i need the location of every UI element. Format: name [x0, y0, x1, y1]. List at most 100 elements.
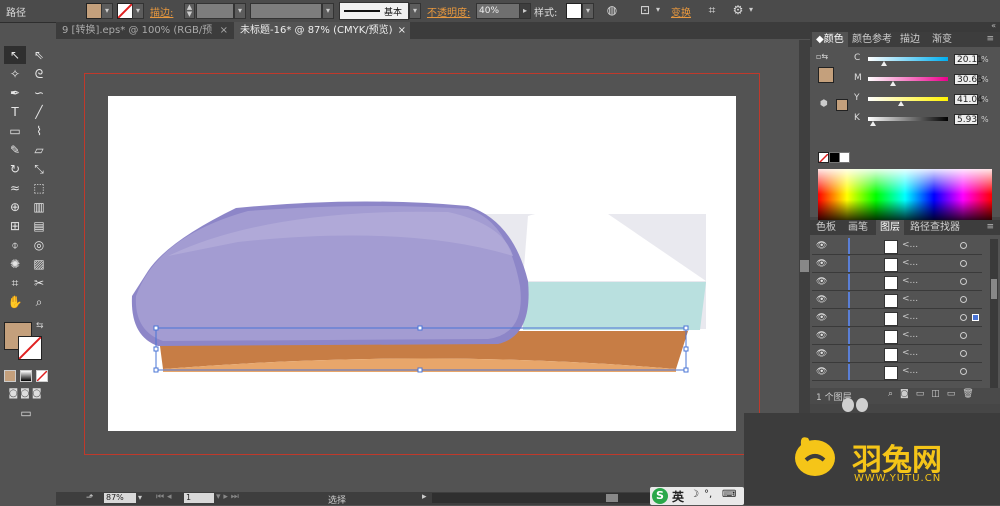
style-dropdown[interactable]: ▾ [582, 3, 594, 19]
draw-mode-icons[interactable]: ◙◙◙ [4, 388, 48, 399]
gradient-tool-icon[interactable]: ▤ [28, 217, 50, 235]
slider-thumb[interactable] [897, 101, 904, 106]
eye-icon[interactable]: 👁 [816, 313, 827, 323]
eye-icon[interactable]: 👁 [816, 241, 827, 251]
stroke-weight-dropdown[interactable]: ▾ [234, 3, 246, 19]
layers-scrollbar[interactable] [990, 239, 998, 389]
sogou-icon[interactable]: S [652, 488, 668, 504]
layer-row[interactable]: 👁 <... [812, 364, 982, 381]
isolate-icon[interactable]: ⊡ [637, 3, 653, 17]
target-icon[interactable] [960, 350, 967, 357]
artboard-nav-icon[interactable]: ⬏ [86, 493, 94, 503]
graphic-style-swatch[interactable] [566, 3, 582, 19]
selection-handle[interactable] [683, 346, 689, 352]
layer-row[interactable]: 👁 <... [812, 292, 982, 309]
tab-pathfinder[interactable]: 路径查找器 [906, 220, 964, 235]
isolate-dropdown[interactable]: ▾ [653, 3, 663, 17]
next-artboard-icon[interactable]: ▾ ▸ ⏭ [216, 492, 239, 502]
rectangle-tool-icon[interactable]: ▭ [4, 122, 26, 140]
layer-name[interactable]: <... [902, 240, 918, 250]
slider-c[interactable] [868, 57, 948, 61]
eye-icon[interactable]: 👁 [816, 295, 827, 305]
first-artboard-icon[interactable]: ⏮ ◂ [156, 492, 171, 502]
brush-definition[interactable]: 基本 [339, 2, 409, 20]
variable-width-profile[interactable] [250, 3, 322, 19]
selection-tool-icon[interactable]: ↖ [4, 46, 26, 64]
stroke-color-box[interactable] [18, 336, 42, 360]
eyedropper-tool-icon[interactable]: ⌽ [4, 236, 26, 254]
stroke-swatch[interactable] [117, 3, 133, 19]
free-transform-tool-icon[interactable]: ⬚ [28, 179, 50, 197]
eye-icon[interactable]: 👁 [816, 277, 827, 287]
fill-swatch[interactable] [86, 3, 102, 19]
moon-icon[interactable]: ☽ [690, 489, 699, 500]
status-menu-icon[interactable]: ▸ [422, 492, 427, 502]
tab-document-2[interactable]: 未标题-16* @ 87% (CMYK/预览) × [234, 22, 410, 39]
layer-name[interactable]: <... [902, 312, 918, 322]
layer-row[interactable]: 👁 <... [812, 346, 982, 363]
slice-tool-icon[interactable]: ✂ [28, 274, 50, 292]
default-colors-icon[interactable]: ▫⇆ [816, 52, 828, 61]
white-swatch[interactable] [839, 152, 850, 163]
eye-icon[interactable]: 👁 [816, 331, 827, 341]
eye-icon[interactable]: 👁 [816, 259, 827, 269]
transform-icon[interactable]: ⌗ [704, 3, 720, 18]
zoom-field[interactable]: 87% [104, 493, 136, 503]
selection-handle[interactable] [417, 325, 423, 331]
layer-row[interactable]: 👁 <... [812, 238, 982, 255]
layer-row[interactable]: 👁 <... [812, 328, 982, 345]
eraser-tool-icon[interactable]: ▱ [28, 141, 50, 159]
layer-name[interactable]: <... [902, 330, 918, 340]
stroke-link[interactable]: 描边: [150, 4, 173, 19]
ime-language[interactable]: 英 [672, 488, 684, 505]
stroke-dropdown-icon[interactable]: ▾ [132, 3, 144, 19]
chart-tool-icon[interactable]: ▥ [28, 198, 50, 216]
warp-tool-icon[interactable]: ≈ [4, 179, 26, 197]
tab-layers[interactable]: 图层 [876, 220, 904, 235]
target-icon[interactable] [960, 368, 967, 375]
none-mode-icon[interactable] [36, 370, 48, 382]
close-icon[interactable]: × [398, 22, 406, 39]
scroll-thumb[interactable] [800, 260, 809, 272]
slider-thumb[interactable] [881, 61, 888, 66]
layer-row[interactable]: 👁 <... [812, 256, 982, 273]
selection-indicator[interactable] [972, 314, 979, 321]
selection-handle[interactable] [683, 367, 689, 373]
pen-tool-icon[interactable]: ✒ [4, 84, 26, 102]
tab-brushes[interactable]: 画笔 [844, 220, 872, 235]
recolor-icon[interactable]: ◍ [604, 3, 620, 17]
opacity-field[interactable]: 40% [476, 3, 520, 19]
slider-y[interactable] [868, 97, 948, 101]
tab-document-1[interactable]: 9 [转换].eps* @ 100% (RGB/预览) × [56, 22, 232, 53]
gamut-swatch[interactable] [836, 99, 848, 111]
scroll-thumb[interactable] [991, 279, 997, 299]
zoom-tool-icon[interactable]: ⌕ [28, 293, 50, 311]
target-icon[interactable] [960, 314, 967, 321]
scroll-thumb[interactable] [606, 494, 618, 502]
line-tool-icon[interactable]: ╱ [28, 103, 50, 121]
artboard-number[interactable]: 1 [184, 493, 214, 503]
layer-actions-icons[interactable]: ⌕◙▭◫▭🗑 [888, 389, 981, 399]
direct-selection-tool-icon[interactable]: ⇖ [28, 46, 50, 64]
slider-thumb[interactable] [889, 81, 896, 86]
color-mode-icon[interactable] [4, 370, 16, 382]
align-icon[interactable]: ⚙ [730, 3, 746, 17]
channel-value-k[interactable]: 5.93 [954, 114, 978, 125]
layer-name[interactable]: <... [902, 348, 918, 358]
selection-handle[interactable] [153, 325, 159, 331]
slider-k[interactable] [868, 117, 948, 121]
color-fill-swatch[interactable] [818, 67, 834, 83]
selection-handle[interactable] [153, 346, 159, 352]
swap-fill-stroke-icon[interactable]: ⇆ [36, 321, 44, 331]
rotate-tool-icon[interactable]: ↻ [4, 160, 26, 178]
fill-dropdown-icon[interactable]: ▾ [101, 3, 113, 19]
curvature-tool-icon[interactable]: ∽ [28, 84, 50, 102]
target-icon[interactable] [960, 278, 967, 285]
tab-swatches[interactable]: 色板 [812, 220, 840, 235]
tab-color-guide[interactable]: 颜色参考 [848, 32, 896, 47]
magic-wand-tool-icon[interactable]: ✧ [4, 65, 26, 83]
align-dropdown[interactable]: ▾ [746, 3, 756, 17]
transform-link[interactable]: 变换 [671, 4, 691, 19]
panel-menu-icon[interactable]: ≡ [986, 222, 994, 232]
punctuation-icon[interactable]: °, [704, 489, 712, 500]
